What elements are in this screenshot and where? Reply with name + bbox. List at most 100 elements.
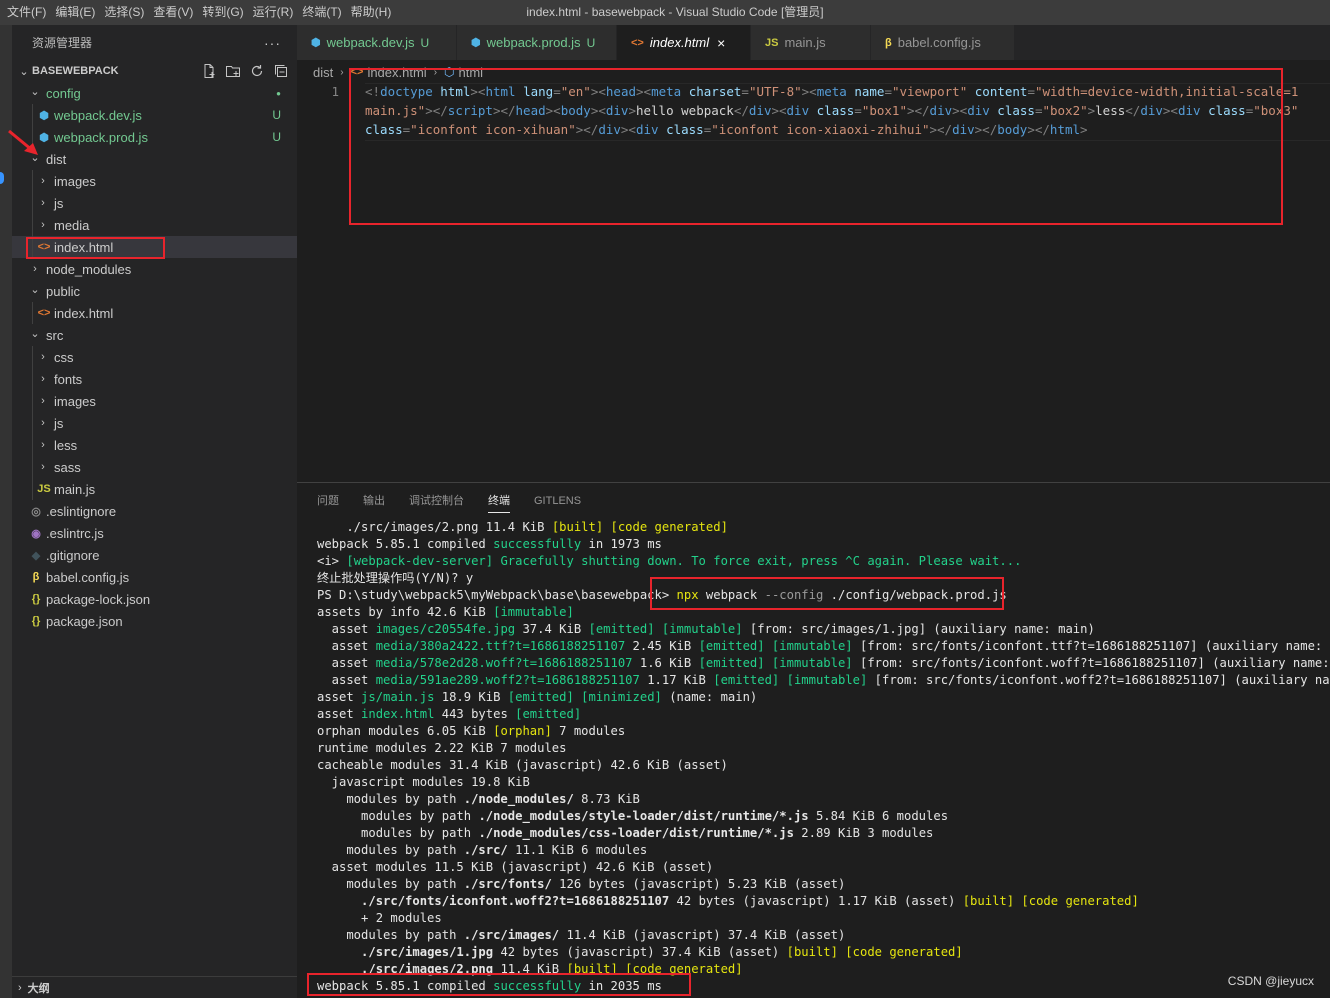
tree-item[interactable]: ⬢ webpack.prod.js U — [12, 126, 297, 148]
terminal-token: [from: src/images/1.jpg] (auxiliary name… — [742, 622, 1095, 636]
tree-item[interactable]: <> index.html — [12, 302, 297, 324]
tree-item[interactable]: ◎ .eslintignore — [12, 500, 297, 522]
panel-tab[interactable]: GITLENS — [534, 483, 581, 519]
explorer-header: 资源管理器 ··· — [12, 25, 297, 60]
menu-item[interactable]: 运行(R) — [252, 0, 301, 25]
menu-item[interactable]: 编辑(E) — [54, 0, 102, 25]
menu-item[interactable]: 文件(F) — [6, 0, 53, 25]
tree-item[interactable]: ◉ .eslintrc.js — [12, 522, 297, 544]
panel-tab[interactable]: 输出 — [363, 483, 385, 519]
annotation-box-editor — [349, 68, 1283, 225]
tree-item-label: less — [54, 437, 78, 453]
terminal-token: ./src/images/ — [463, 928, 560, 942]
indent-guide — [32, 390, 33, 412]
tree-item[interactable]: › images — [12, 390, 297, 412]
tree-item[interactable]: › images — [12, 170, 297, 192]
menu-item[interactable]: 选择(S) — [103, 0, 151, 25]
tree-item[interactable]: › less — [12, 434, 297, 456]
menu-item[interactable]: 查看(V) — [152, 0, 200, 25]
new-folder-icon[interactable] — [225, 63, 241, 79]
terminal-token: [emitted] — [515, 707, 582, 721]
terminal-token: [emitted] [minimized] — [507, 690, 662, 704]
tree-item-label: .gitignore — [46, 547, 100, 563]
more-actions-icon[interactable]: ··· — [264, 35, 281, 51]
terminal-token: 126 bytes (javascript) 5.23 KiB (asset) — [551, 877, 846, 891]
tree-item[interactable]: › node_modules — [12, 258, 297, 280]
tree-item[interactable]: ◆ .gitignore — [12, 544, 297, 566]
terminal-token: orphan modules 6.05 KiB — [317, 724, 494, 738]
tree-item[interactable]: {} package.json — [12, 610, 297, 632]
tree-item[interactable]: ⌄ config ● — [12, 82, 297, 104]
indent-guide — [32, 104, 33, 126]
new-file-icon[interactable] — [201, 63, 217, 79]
tree-item-label: js — [54, 415, 64, 431]
terminal-line: runtime modules 2.22 KiB 7 modules — [317, 740, 1330, 757]
tree-item[interactable]: {} package-lock.json — [12, 588, 297, 610]
terminal-token: asset — [317, 690, 362, 704]
tree-item[interactable]: ⌄ dist — [12, 148, 297, 170]
terminal-token: PS D:\study\webpack5\myWebpack\base\base… — [317, 588, 677, 602]
tab-label: index.html — [649, 35, 710, 50]
tree-item-label: babel.config.js — [46, 569, 130, 585]
terminal-token: 8.73 KiB — [573, 792, 640, 806]
panel-tab[interactable]: 终端 — [488, 483, 510, 519]
indent-guide — [32, 478, 33, 500]
menu-bar: 文件(F) 编辑(E) 选择(S) 查看(V) 转到(G) 运行(R) 终端(T) 帮助(H) — [0, 0, 399, 25]
terminal-token: [built] [code generated] — [551, 520, 728, 534]
terminal-token: 2.89 KiB 3 modules — [793, 826, 934, 840]
tree-item-label: webpack.dev.js — [54, 107, 142, 123]
project-root[interactable]: ⌄ BASEWEBPACK — [12, 60, 297, 82]
terminal-token: modules by path — [317, 792, 464, 806]
tree-item[interactable]: › js — [12, 192, 297, 214]
terminal-token: modules by path — [317, 928, 464, 942]
menu-item[interactable]: 转到(G) — [201, 0, 250, 25]
tree-item-label: webpack.prod.js — [54, 129, 148, 145]
tree-item-label: index.html — [54, 305, 114, 321]
tree-item[interactable]: ⌄ public — [12, 280, 297, 302]
chevron-right-icon: › — [41, 461, 45, 473]
terminal-token: asset — [317, 707, 362, 721]
babel-icon: β — [32, 571, 40, 583]
menu-item[interactable]: 帮助(H) — [350, 0, 399, 25]
editor-tab[interactable]: ⬢ webpack.prod.js U — [457, 25, 617, 60]
terminal-token: index.html — [361, 707, 435, 721]
terminal-token: 1.6 KiB — [632, 656, 699, 670]
editor-tab[interactable]: <> index.html × — [617, 25, 751, 60]
terminal-token: [emitted] [immutable] — [713, 673, 868, 687]
annotation-arrow-icon — [8, 129, 38, 155]
terminal-token: modules by path — [317, 877, 464, 891]
tab-git-status: U — [586, 35, 596, 50]
tree-item[interactable]: › css — [12, 346, 297, 368]
collapse-all-icon[interactable] — [273, 63, 289, 79]
editor-tab[interactable]: β babel.config.js — [871, 25, 1015, 60]
close-icon[interactable]: × — [717, 35, 725, 51]
tree-item[interactable]: › js — [12, 412, 297, 434]
editor-tab[interactable]: ⬢ webpack.dev.js U — [297, 25, 457, 60]
terminal-token: asset modules 11.5 KiB (javascript) 42.6… — [317, 860, 714, 874]
terminal-line: modules by path ./node_modules/style-loa… — [317, 808, 1330, 825]
panel-tab[interactable]: 问题 — [317, 483, 339, 519]
menu-item[interactable]: 终端(T) — [301, 0, 348, 25]
tree-item[interactable]: β babel.config.js — [12, 566, 297, 588]
outline-section[interactable]: › 大纲 — [12, 976, 297, 998]
terminal-token: ./src/fonts/iconfont.woff2?t=16861882511… — [361, 894, 670, 908]
tree-item[interactable]: ⬢ webpack.dev.js U — [12, 104, 297, 126]
tree-item[interactable]: › fonts — [12, 368, 297, 390]
tree-item[interactable]: ⌄ src — [12, 324, 297, 346]
panel-tab[interactable]: 调试控制台 — [409, 483, 464, 519]
terminal-token: 18.9 KiB — [434, 690, 508, 704]
breadcrumb-folder[interactable]: dist — [313, 65, 333, 80]
chevron-down-icon: ⌄ — [30, 283, 40, 296]
chevron-down-icon: ⌄ — [19, 65, 29, 78]
indent-guide — [32, 214, 33, 236]
editor-tab[interactable]: JS main.js — [751, 25, 871, 60]
terminal-token: in 1973 ms — [581, 537, 662, 551]
chevron-right-icon: › — [41, 219, 45, 231]
terminal-token: 1.17 KiB — [639, 673, 714, 687]
tree-item[interactable]: › media — [12, 214, 297, 236]
refresh-icon[interactable] — [249, 63, 265, 79]
tree-item-label: media — [54, 217, 90, 233]
tree-item[interactable]: › sass — [12, 456, 297, 478]
terminal-token: ./src/ — [463, 843, 508, 857]
tree-item[interactable]: JS main.js — [12, 478, 297, 500]
